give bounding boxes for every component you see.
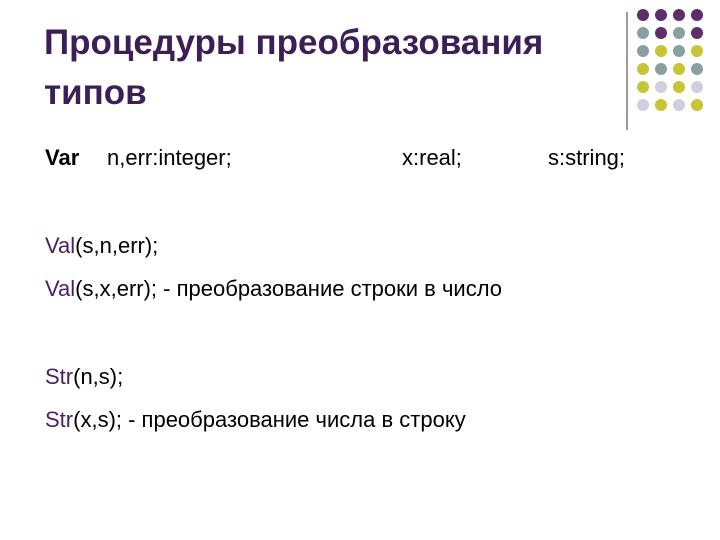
decorative-dot	[637, 99, 649, 111]
decorative-dot	[673, 9, 685, 21]
decorative-dot	[673, 63, 685, 75]
var-decl-integer: n,err:integer;	[107, 145, 232, 170]
slide-title: Процедуры преобразования типов	[44, 18, 604, 118]
decorative-dot	[691, 9, 703, 21]
val-args-description: (s,x,err); - преобразование строки в чис…	[75, 276, 503, 301]
decorative-dot	[655, 99, 667, 111]
decorative-dot	[691, 81, 703, 93]
var-decl-string: s:string;	[548, 145, 626, 170]
decorative-dot	[637, 63, 649, 75]
decorative-dot	[655, 63, 667, 75]
decorative-dot	[637, 27, 649, 39]
decorative-dot-grid	[637, 9, 717, 119]
val-line-1: Val(s,n,err);	[45, 233, 158, 259]
str-function-name: Str	[45, 407, 74, 432]
var-declaration-line: Var n,err:integer; x:real; s:string;	[45, 145, 685, 175]
str-line-1: Str(n,s);	[45, 364, 123, 390]
str-function-name: Str	[45, 364, 74, 389]
decorative-dot	[673, 45, 685, 57]
decorative-dot	[655, 81, 667, 93]
decorative-dot	[673, 81, 685, 93]
slide-title-line-1: Процедуры преобразования	[44, 23, 544, 62]
val-args: (s,n,err);	[75, 233, 159, 258]
decorative-dot	[637, 81, 649, 93]
str-args-description: (x,s); - преобразование числа в строку	[73, 407, 466, 432]
decorative-dot	[637, 45, 649, 57]
slide-title-line-2: типов	[44, 73, 147, 112]
decorative-dot	[673, 99, 685, 111]
decorative-dot	[691, 63, 703, 75]
var-decl-real: x:real;	[402, 145, 462, 170]
vertical-divider	[626, 12, 628, 130]
decorative-dot	[637, 9, 649, 21]
val-line-2: Val(s,x,err); - преобразование строки в …	[45, 276, 502, 302]
var-keyword: Var	[45, 145, 80, 170]
decorative-dot	[691, 45, 703, 57]
decorative-dot	[691, 99, 703, 111]
str-line-2: Str(x,s); - преобразование числа в строк…	[45, 407, 466, 433]
decorative-dot	[655, 45, 667, 57]
decorative-dot	[691, 27, 703, 39]
slide: Процедуры преобразования типов Var n,err…	[0, 0, 720, 540]
decorative-dot	[655, 9, 667, 21]
decorative-dot	[655, 27, 667, 39]
val-function-name: Val	[45, 276, 76, 301]
val-function-name: Val	[45, 233, 76, 258]
str-args: (n,s);	[73, 364, 124, 389]
decorative-dot	[673, 27, 685, 39]
